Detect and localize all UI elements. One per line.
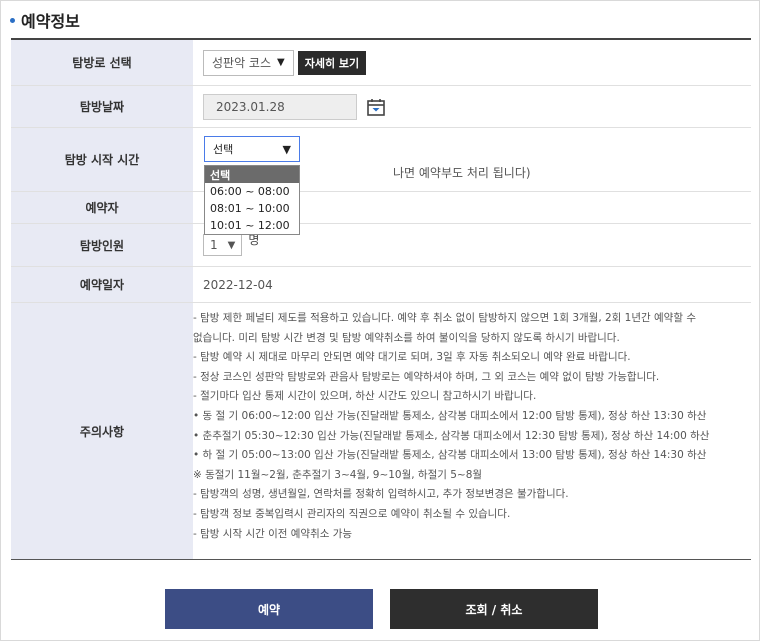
triangle-down-icon: ▼ — [227, 239, 236, 251]
notice-line: - 정상 코스인 성판악 탐방로와 관음사 탐방로는 예약하셔야 하며, 그 외… — [193, 370, 660, 383]
course-label: 탐방로 선택 — [11, 40, 193, 85]
section-title-text: 예약정보 — [21, 12, 80, 31]
time-select[interactable]: 선택 ▼ — [204, 136, 300, 162]
row-course: 탐방로 선택 성판악 코스 ▼ 자세히 보기 — [11, 40, 751, 86]
calendar-icon[interactable] — [367, 98, 385, 116]
time-dropdown: 선택 06:00 ~ 08:00 08:01 ~ 10:00 10:01 ~ 1… — [204, 165, 300, 235]
reserve-date-label: 예약일자 — [11, 267, 193, 302]
name-label: 예약자 — [11, 192, 193, 223]
time-note: 나면 예약부도 처리 됩니다) — [393, 166, 531, 180]
notice-list: - 탐방 제한 페널티 제도를 적용하고 있습니다. 예약 후 취소 없이 탐방… — [193, 309, 709, 544]
time-option[interactable]: 선택 — [205, 166, 299, 183]
row-reserve-date: 예약일자 2022-12-04 — [11, 267, 751, 303]
reserve-date-value: 2022-12-04 — [203, 277, 273, 292]
date-input[interactable]: 2023.01.28 — [203, 93, 357, 120]
row-name: 예약자 — [11, 192, 751, 224]
row-time: 탐방 시작 시간 나면 예약부도 처리 됩니다) — [11, 128, 751, 192]
reservation-form: 탐방로 선택 성판악 코스 ▼ 자세히 보기 탐방날짜 2023.01.28 탐… — [11, 38, 751, 560]
notice-line: - 탐방객의 성명, 생년월일, 연락처를 정확히 입력하시고, 추가 정보변경… — [193, 488, 569, 501]
time-option[interactable]: 06:00 ~ 08:00 — [205, 183, 299, 200]
notice-label: 주의사항 — [11, 303, 193, 559]
time-option[interactable]: 10:01 ~ 12:00 — [205, 217, 299, 234]
notice-line: - 탐방 시작 시간 이전 예약취소 가능 — [193, 527, 353, 540]
count-select-value: 1 — [210, 238, 218, 252]
notice-line: - 탐방 예약 시 제대로 마무리 안되면 예약 대기로 되며, 3일 후 자동… — [193, 351, 631, 364]
notice-line: - 탐방 제한 페널티 제도를 적용하고 있습니다. 예약 후 취소 없이 탐방… — [193, 312, 696, 324]
time-option[interactable]: 08:01 ~ 10:00 — [205, 200, 299, 217]
date-label: 탐방날짜 — [11, 86, 193, 127]
row-count: 탐방인원 1 ▼ 명 — [11, 224, 751, 267]
notice-line: - 탐방객 정보 중복입력시 관리자의 직권으로 예약이 취소될 수 있습니다. — [193, 507, 511, 520]
count-label: 탐방인원 — [11, 224, 193, 266]
notice-line: • 춘추절기 05:30~12:30 입산 가능(진달래밭 통제소, 삼각봉 대… — [193, 429, 710, 442]
bullet-icon — [10, 17, 15, 23]
count-select[interactable]: 1 ▼ — [203, 234, 243, 256]
course-detail-button[interactable]: 자세히 보기 — [297, 50, 367, 75]
reserve-button[interactable]: 예약 — [165, 589, 373, 629]
triangle-down-icon: ▼ — [282, 142, 291, 156]
row-notice: 주의사항 - 탐방 제한 페널티 제도를 적용하고 있습니다. 예약 후 취소 … — [11, 303, 751, 559]
row-date: 탐방날짜 2023.01.28 — [11, 86, 751, 128]
time-label: 탐방 시작 시간 — [11, 128, 193, 191]
notice-line: • 하 절 기 05:00~13:00 입산 가능(진달래밭 통제소, 삼각봉 … — [193, 449, 707, 462]
notice-line: 없습니다. 미리 탐방 시간 변경 및 탐방 예약취소를 하여 불이익을 당하지… — [193, 331, 620, 344]
course-select[interactable]: 성판악 코스 ▼ — [203, 49, 294, 76]
section-title: 예약정보 — [10, 8, 80, 32]
triangle-down-icon: ▼ — [277, 57, 285, 68]
course-select-value: 성판악 코스 — [212, 56, 272, 70]
notice-line: ※ 동절기 11월~2월, 춘추절기 3~4월, 9~10월, 하절기 5~8월 — [193, 468, 483, 481]
notice-line: - 절기마다 입산 통제 시간이 있으며, 하산 시간도 있으니 참고하시기 바… — [193, 390, 537, 403]
time-select-value: 선택 — [213, 143, 234, 156]
notice-line: • 동 절 기 06:00~12:00 입산 가능(진달래밭 통제소, 삼각봉 … — [193, 409, 707, 422]
lookup-cancel-button[interactable]: 조회 / 취소 — [390, 589, 598, 629]
